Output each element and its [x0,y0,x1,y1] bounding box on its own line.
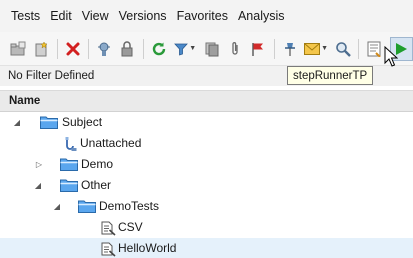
test-script-icon [100,220,116,239]
tree-label: HelloWorld [118,241,177,255]
toolbar-separator [358,38,360,59]
tree-label: Unattached [80,136,142,150]
lock-icon[interactable] [118,38,137,60]
expanded-arrow-icon[interactable]: ◢ [33,180,43,190]
toolbar-separator [56,38,58,59]
menu-analysis[interactable]: Analysis [233,9,290,23]
report-icon[interactable] [364,38,383,60]
folder-icon [40,115,58,132]
toolbar-separator [143,38,145,59]
toolbar-separator [274,38,276,59]
expanded-arrow-icon[interactable]: ◢ [12,117,22,127]
delete-icon[interactable] [63,38,82,60]
refresh-icon[interactable] [149,38,168,60]
chevron-down-icon: ▼ [321,45,329,52]
filter-icon[interactable]: ▼ [173,38,198,60]
folder-icon [60,157,78,174]
tree-row-unattached[interactable]: Unattached [0,133,413,154]
test-script-icon [100,241,116,258]
tree-row-demo[interactable]: ▷ Demo [0,154,413,175]
menu-view[interactable]: View [77,9,114,23]
column-header-name[interactable]: Name [0,90,413,112]
find-icon[interactable] [333,38,352,60]
folder-icon [60,178,78,195]
new-test-icon[interactable] [31,38,50,60]
unattached-icon [62,136,78,155]
menu-favorites[interactable]: Favorites [172,9,233,23]
toolbar: ▼ ▼ [0,32,413,66]
new-folder-icon[interactable] [8,38,27,60]
mail-icon[interactable]: ▼ [304,38,329,60]
attachment-icon[interactable] [225,38,244,60]
filter-status-text: No Filter Defined [8,70,95,82]
tree-label: CSV [118,220,143,234]
tree-row-other[interactable]: ◢ Other [0,175,413,196]
flag-icon[interactable] [249,38,268,60]
tree-row-csv[interactable]: CSV [0,217,413,238]
toolbar-separator [88,38,90,59]
tooltip: stepRunnerTP [287,66,374,85]
pin-icon[interactable] [280,38,299,60]
tree-row-subject[interactable]: ◢ Subject [0,112,413,133]
tree-label: Demo [81,157,114,171]
expanded-arrow-icon[interactable]: ◢ [52,201,62,211]
tree-label: DemoTests [99,199,160,213]
menu-tests[interactable]: Tests [6,9,45,23]
tree-row-helloworld[interactable]: HelloWorld [0,238,413,258]
menu-bar: Tests Edit View Versions Favorites Analy… [0,0,413,32]
tree-label: Other [81,178,112,192]
debug-icon[interactable] [94,38,113,60]
chevron-down-icon: ▼ [189,45,197,52]
collapsed-arrow-icon[interactable]: ▷ [34,159,44,169]
menu-versions[interactable]: Versions [114,9,172,23]
mouse-cursor-icon [384,45,399,71]
folder-icon [78,199,96,216]
tree-label: Subject [62,115,103,129]
tree-row-demotests[interactable]: ◢ DemoTests [0,196,413,217]
menu-edit[interactable]: Edit [45,9,77,23]
copy-icon[interactable] [202,38,221,60]
tooltip-text: stepRunnerTP [293,69,368,82]
column-header-label: Name [9,95,41,107]
